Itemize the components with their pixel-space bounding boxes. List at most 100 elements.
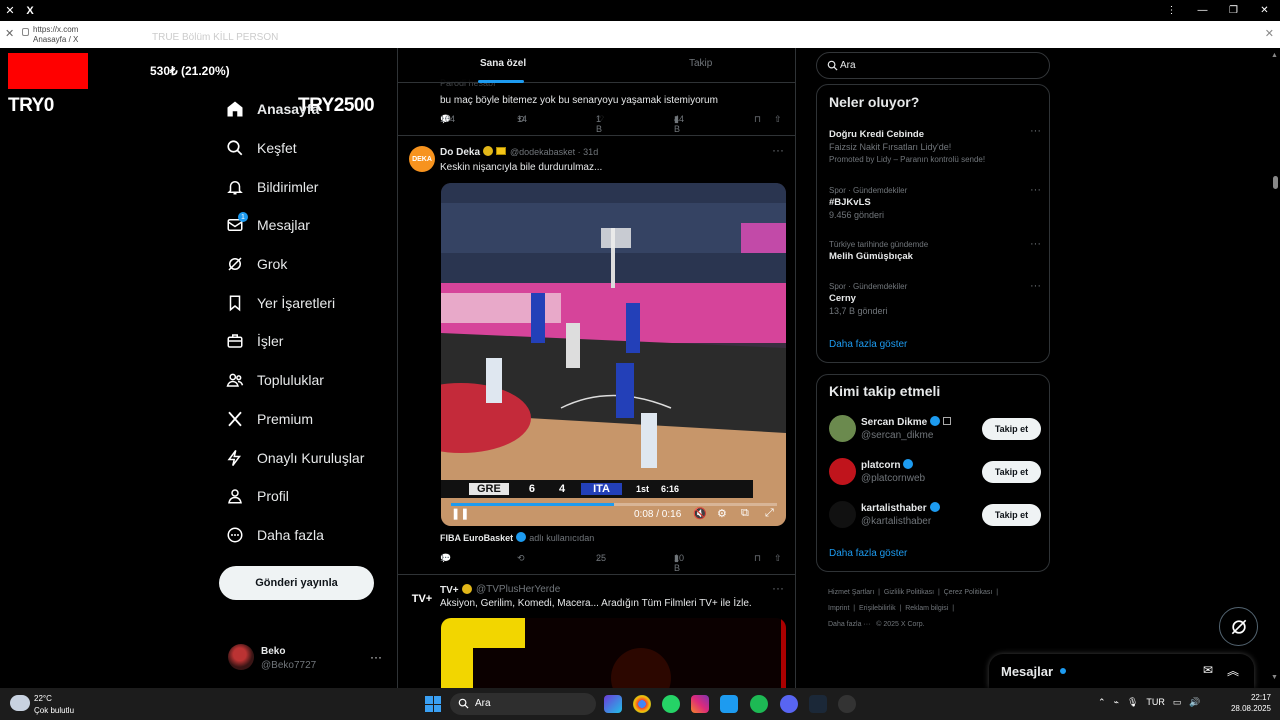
follow-button[interactable]: Takip et <box>982 418 1041 440</box>
tweet-handle: @dodekabasket · 31d <box>510 147 599 157</box>
scrollbar[interactable]: ▲ ▼ <box>1270 48 1280 688</box>
sidebar-item-bookmarks[interactable]: Yer İşaretleri <box>225 283 364 322</box>
address-bar[interactable]: ✕ https://x.com Anasayfa / X TRUE Bölüm … <box>0 21 1280 48</box>
chevron-up-icon[interactable]: ⌃ <box>1098 697 1106 708</box>
footer-row: Imprint | Erişilebilirlik | Reklam bilgi… <box>828 605 955 612</box>
spotify-icon[interactable] <box>750 695 768 713</box>
clock[interactable]: 22:17 28.08.2025 <box>1227 692 1271 714</box>
sidebar-item-verified-orgs[interactable]: Onaylı Kuruluşlar <box>225 438 364 477</box>
more-icon[interactable]: ··· <box>370 650 382 664</box>
sidebar-item-more[interactable]: Daha fazla <box>225 516 364 555</box>
fullscreen-icon[interactable]: ⤢ <box>765 507 774 520</box>
obs-icon[interactable] <box>838 695 856 713</box>
sidebar-item-notifications[interactable]: Bildirimler <box>225 167 364 206</box>
sidebar-item-communities[interactable]: Topluluklar <box>225 361 364 400</box>
chevron-up-icon[interactable]: ︽ <box>1227 662 1239 679</box>
follow-suggestion[interactable]: platcorn @platcornweb Takip et <box>829 458 1041 486</box>
tab-for-you[interactable]: Sana özel <box>480 58 526 69</box>
footer-link[interactable]: Imprint <box>828 605 849 612</box>
tweet[interactable]: Parodi hesabı bu maç böyle bitemez yok b… <box>398 78 795 136</box>
microphone-icon[interactable]: 🎙 <box>1127 697 1138 708</box>
tweet[interactable]: TV+ TV+ @TVPlusHerYerde ··· Aksiyon, Ger… <box>398 576 795 688</box>
follow-button[interactable]: Takip et <box>982 504 1041 526</box>
sidebar-item-grok[interactable]: Grok <box>225 245 364 284</box>
footer-link[interactable]: Daha fazla ··· <box>828 621 870 628</box>
more-icon[interactable]: ··· <box>772 581 784 595</box>
sidebar-item-profile[interactable]: Profil <box>225 477 364 516</box>
footer-link[interactable]: Erişilebilirlik <box>859 605 896 612</box>
menu-icon[interactable]: ⋮ <box>1156 0 1187 21</box>
close-tab-icon[interactable]: ✕ <box>0 4 20 17</box>
more-icon[interactable]: ··· <box>1030 238 1041 250</box>
display-icon[interactable]: ▭ <box>1173 697 1182 708</box>
taskbar-search[interactable]: Ara <box>450 693 596 715</box>
follow-suggestion[interactable]: Sercan Dikme @sercan_dikme Takip et <box>829 415 1041 443</box>
tweet-author[interactable]: Do Deka <box>440 146 507 158</box>
sidebar-item-messages[interactable]: 1 Mesajlar <box>225 206 364 245</box>
copilot-icon[interactable] <box>604 695 622 713</box>
pause-icon[interactable]: ❚❚ <box>451 507 469 520</box>
more-icon[interactable]: ··· <box>1030 184 1041 196</box>
x-logo-icon: X <box>26 4 34 17</box>
trend-item[interactable]: Türkiye tarihinde gündemde Melih Gümüşbı… <box>829 238 1041 262</box>
video-player[interactable]: GRE 6 4 ITA 1st 6:16 ❚❚ 0:08 / 0:16 🔇 ⚙ … <box>441 183 786 526</box>
more-icon[interactable]: ··· <box>1030 280 1041 292</box>
instagram-icon[interactable] <box>691 695 709 713</box>
twitter-icon[interactable] <box>720 695 738 713</box>
minimize-button[interactable]: — <box>1187 0 1218 21</box>
video-progress-track[interactable] <box>451 503 777 506</box>
search-input[interactable]: Ara <box>816 52 1050 79</box>
steam-icon[interactable] <box>809 695 827 713</box>
start-button[interactable] <box>425 696 441 712</box>
follow-suggestion[interactable]: kartalisthaber @kartalisthaber Takip et <box>829 501 1041 529</box>
sidebar-item-jobs[interactable]: İşler <box>225 322 364 361</box>
maximize-button[interactable]: ❐ <box>1218 0 1249 21</box>
show-more-link[interactable]: Daha fazla göster <box>829 548 907 559</box>
chrome-icon[interactable] <box>633 695 651 713</box>
settings-icon[interactable]: ⚙ <box>717 507 727 520</box>
scroll-down-icon[interactable]: ▼ <box>1271 674 1278 681</box>
close-icon[interactable]: ✕ <box>5 27 14 40</box>
show-more-link[interactable]: Daha fazla göster <box>829 339 907 350</box>
post-button[interactable]: Gönderi yayınla <box>219 566 374 600</box>
close-icon[interactable]: ✕ <box>1265 27 1274 40</box>
more-icon[interactable]: ··· <box>1030 125 1041 137</box>
close-window-button[interactable]: ✕ <box>1249 0 1280 21</box>
sidebar-item-explore[interactable]: Keşfet <box>225 129 364 168</box>
volume-icon[interactable]: 🔊 <box>1189 697 1200 708</box>
tweet[interactable]: DEKA Do Deka @dodekabasket · 31d ··· Kes… <box>398 137 795 575</box>
whatsapp-icon[interactable] <box>662 695 680 713</box>
language-indicator[interactable]: TUR <box>1146 697 1165 708</box>
footer-link[interactable]: Gizlilik Politikası <box>884 589 934 596</box>
volume-icon[interactable]: 🔇 <box>693 507 707 520</box>
verified-icon <box>930 416 941 426</box>
video-source[interactable]: FIBA EuroBasket adlı kullanıcıdan <box>440 532 594 543</box>
url-text[interactable]: https://x.com <box>33 25 78 34</box>
sidebar-item-premium[interactable]: Premium <box>225 400 364 439</box>
account-switcher[interactable]: Beko @Beko7727 ··· <box>228 644 388 674</box>
new-message-icon[interactable]: ✉ <box>1203 663 1213 677</box>
suggestion-name-row: kartalisthaber <box>861 502 940 514</box>
grok-button[interactable] <box>1219 607 1258 646</box>
pip-icon[interactable]: ⧉ <box>741 507 749 520</box>
more-icon[interactable]: ··· <box>772 143 784 157</box>
tweet-author[interactable]: TV+ <box>440 584 472 596</box>
sidebar-item-home[interactable]: Anasayfa <box>225 90 364 129</box>
sidebar-item-label: İşler <box>257 333 284 350</box>
footer-link[interactable]: Reklam bilgisi <box>905 605 948 612</box>
scrollbar-thumb[interactable] <box>1273 176 1278 189</box>
trend-item[interactable]: Doğru Kredi Cebinde Faizsiz Nakit Fırsat… <box>829 125 1041 164</box>
ad-image[interactable] <box>441 618 786 688</box>
network-icon[interactable]: ⌁ <box>1114 697 1119 708</box>
discord-icon[interactable] <box>780 695 798 713</box>
footer-link[interactable]: Çerez Politikası <box>944 589 993 596</box>
trend-item[interactable]: Spor · Gündemdekiler #BJKvLS 9.456 gönde… <box>829 184 1041 220</box>
scroll-up-icon[interactable]: ▲ <box>1271 52 1278 59</box>
trend-subtitle: 9.456 gönderi <box>829 210 885 220</box>
tab-following[interactable]: Takip <box>689 58 712 69</box>
footer-link[interactable]: Hizmet Şartları <box>828 589 874 596</box>
trend-title: Melih Gümüşbıçak <box>829 251 913 262</box>
messages-drawer[interactable]: Mesajlar ✉ ︽ <box>989 654 1254 688</box>
follow-button[interactable]: Takip et <box>982 461 1041 483</box>
trend-item[interactable]: Spor · Gündemdekiler Cerny 13,7 B gönder… <box>829 280 1041 316</box>
